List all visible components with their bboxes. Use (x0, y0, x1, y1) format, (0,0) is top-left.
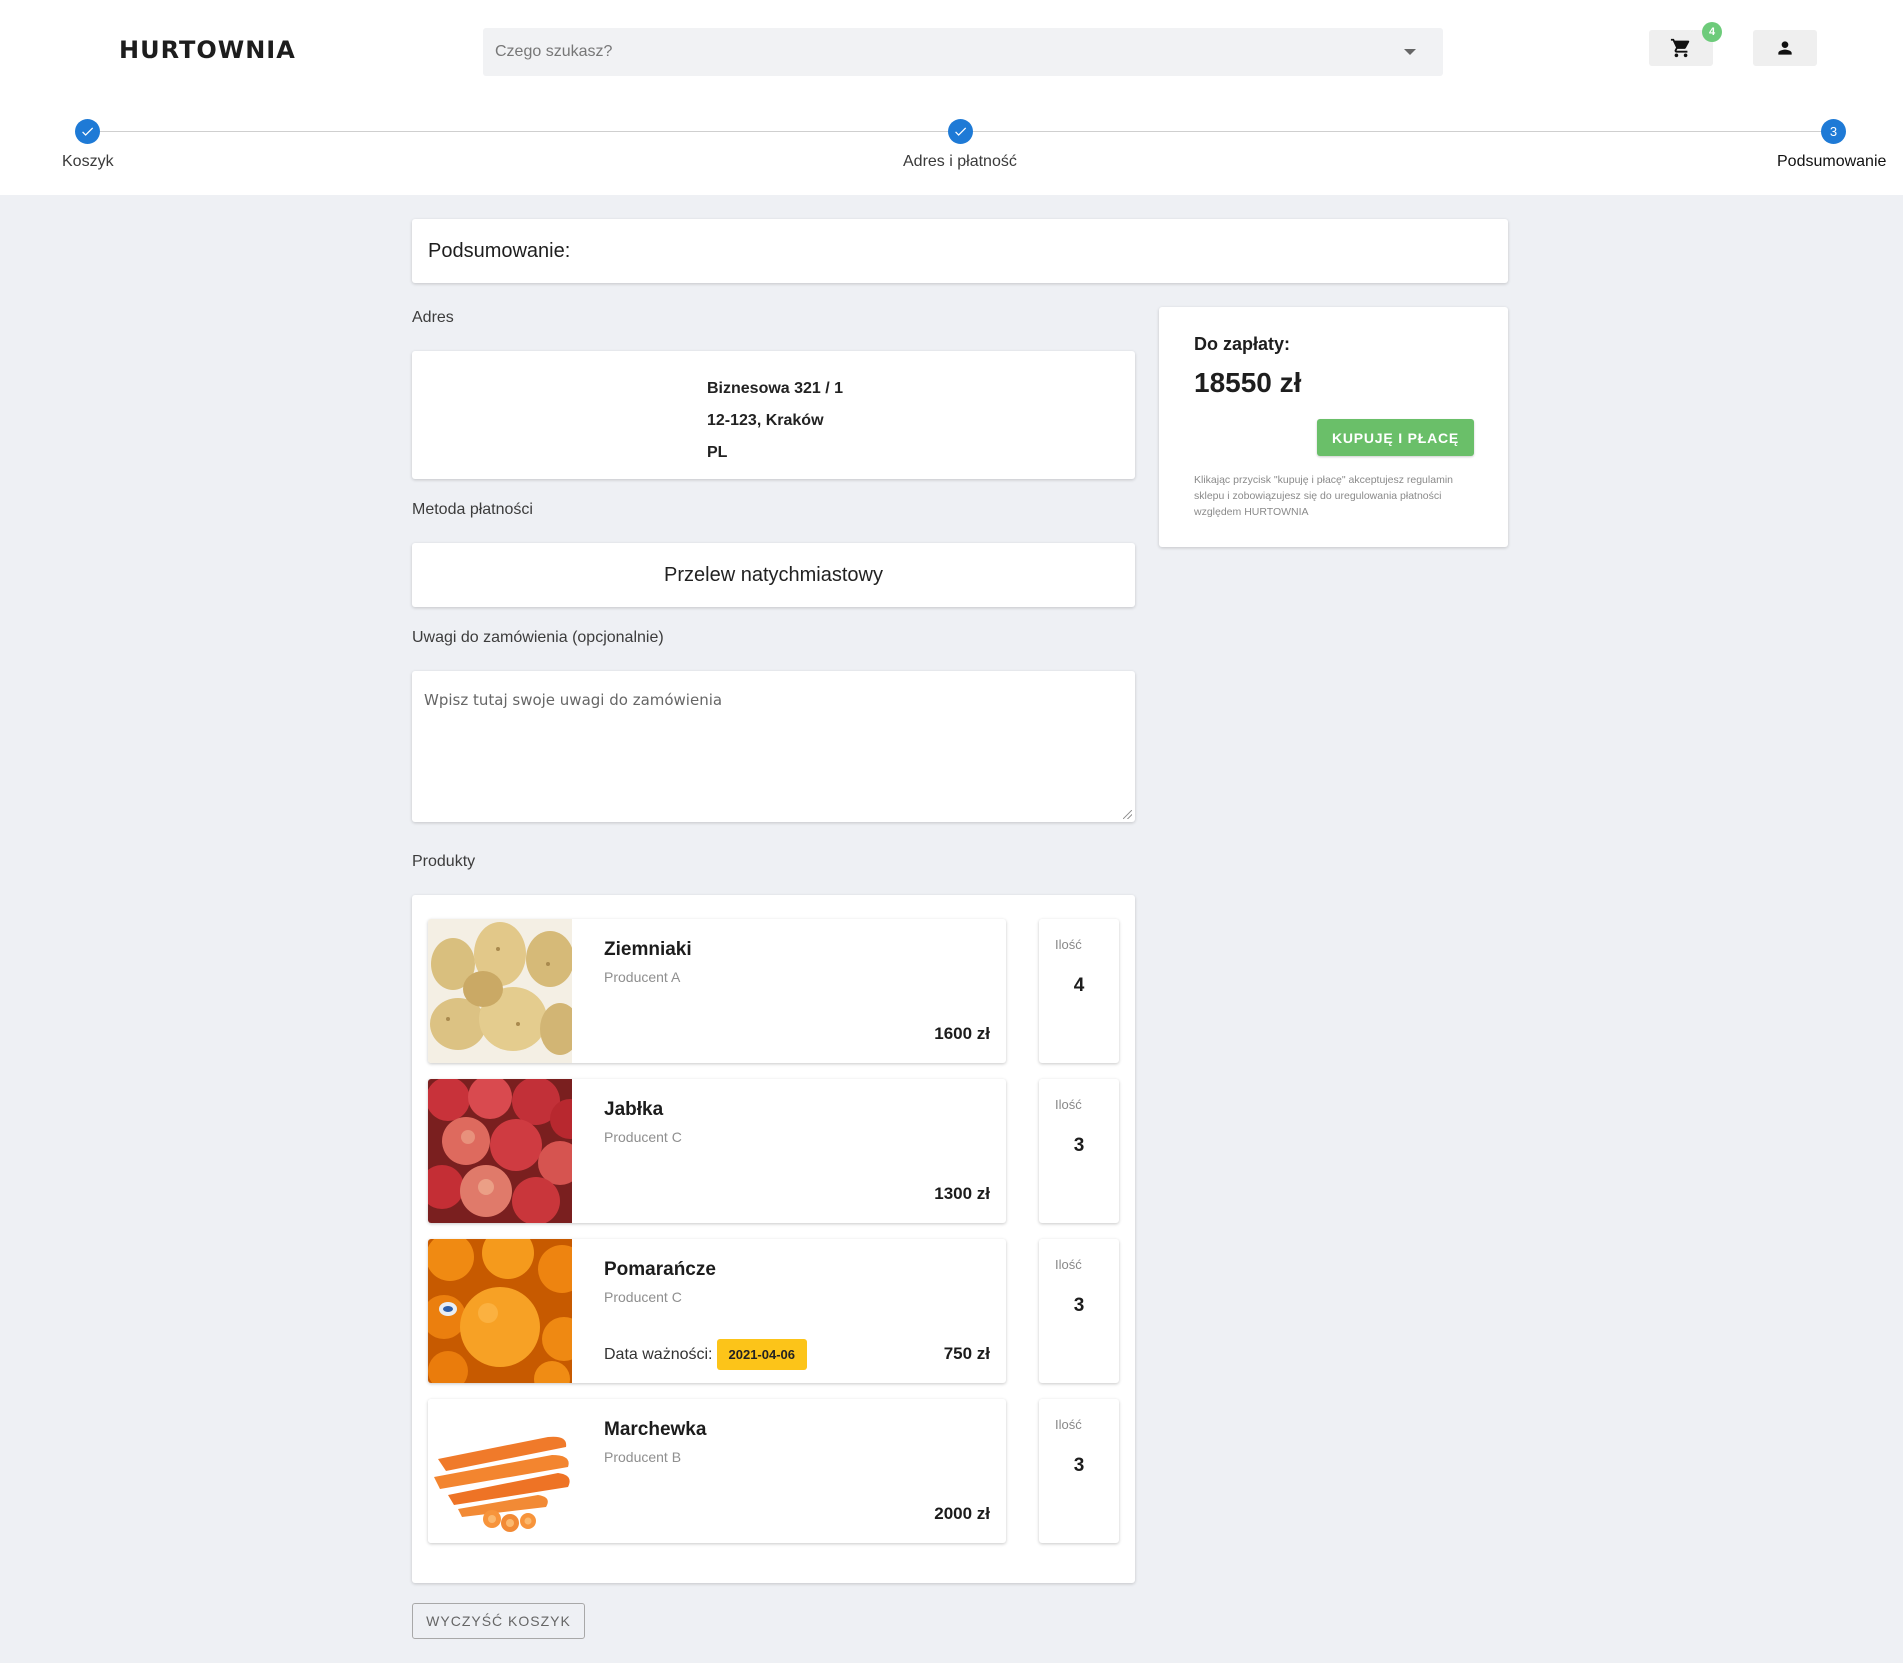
quantity-value: 4 (1073, 975, 1085, 996)
resize-handle[interactable] (1123, 810, 1132, 819)
quantity-label: Ilość (1055, 1257, 1082, 1272)
quantity-box: Ilość 3 (1039, 1399, 1119, 1543)
product-image-oranges (428, 1239, 572, 1383)
product-producer: Producent C (604, 1289, 682, 1305)
expiry-date-badge: 2021-04-06 (716, 1339, 807, 1370)
product-item[interactable]: Marchewka Producent B 2000 zł (428, 1399, 1006, 1543)
payment-method-label: Metoda płatności (412, 501, 533, 518)
search-placeholder: Czego szukasz? (495, 43, 613, 60)
notes-label: Uwagi do zamówienia (opcjonalnie) (412, 629, 664, 646)
product-item[interactable]: Pomarańcze Producent C Data ważności: 20… (428, 1239, 1006, 1383)
quantity-label: Ilość (1055, 937, 1082, 952)
expiry-date-row: Data ważności: 2021-04-06 (604, 1339, 807, 1370)
product-producer: Producent B (604, 1449, 682, 1465)
payment-summary-card: Do zapłaty: 18550 zł KUPUJĘ I PŁACĘ Klik… (1159, 307, 1508, 547)
products-card: Ziemniaki Producent A 1600 zł Ilość 4 Ja… (412, 895, 1135, 1583)
quantity-box: Ilość 4 (1039, 919, 1119, 1063)
user-icon (1778, 41, 1792, 55)
product-name: Marchewka (604, 1419, 707, 1440)
potatoes-image (428, 919, 572, 1063)
product-producer: Producent C (604, 1129, 682, 1145)
quantity-value: 3 (1073, 1455, 1085, 1476)
total-amount: 18550 zł (1194, 367, 1302, 398)
expiry-date-label: Data ważności: (604, 1345, 713, 1363)
product-price: 1300 zł (934, 1184, 990, 1203)
quantity-label: Ilość (1055, 1417, 1082, 1432)
address-label: Adres (412, 309, 454, 326)
clear-cart-button[interactable]: WYCZYŚĆ KOSZYK (412, 1603, 585, 1639)
step-address-done (948, 119, 973, 144)
carrots-image (428, 1399, 572, 1543)
quantity-label: Ilość (1055, 1097, 1082, 1112)
product-item[interactable]: Ziemniaki Producent A 1600 zł (428, 919, 1006, 1063)
products-label: Produkty (412, 853, 476, 870)
summary-title-card: Podsumowanie: (412, 219, 1508, 283)
user-account-button[interactable] (1753, 30, 1817, 66)
step-summary-active: 3 (1821, 119, 1846, 144)
logo[interactable]: HURTOWNIA (119, 36, 296, 64)
product-price: 1600 zł (934, 1024, 990, 1043)
cart-icon (1670, 38, 1690, 58)
step-label: Koszyk (62, 153, 114, 170)
apples-image (428, 1079, 572, 1223)
search-input[interactable]: Czego szukasz? (483, 28, 1443, 76)
step-koszyk-done (75, 119, 100, 144)
terms-note: Klikając przycisk "kupuję i płacę" akcep… (1194, 474, 1453, 518)
step-label: Adres i płatność (903, 153, 1017, 170)
top-bar: HURTOWNIA Czego szukasz? 4 Koszyk Adres … (0, 0, 1903, 195)
stepper-connector (973, 131, 1821, 132)
quantity-value: 3 (1073, 1295, 1085, 1316)
notes-card (412, 671, 1135, 822)
total-label: Do zapłaty: (1194, 334, 1291, 354)
buy-and-pay-button[interactable]: KUPUJĘ I PŁACĘ (1317, 419, 1474, 456)
address-line: 12-123, Kraków (707, 412, 824, 429)
product-item[interactable]: Jabłka Producent C 1300 zł (428, 1079, 1006, 1223)
quantity-box: Ilość 3 (1039, 1239, 1119, 1383)
chevron-down-icon[interactable] (1404, 49, 1416, 55)
product-name: Ziemniaki (604, 939, 692, 960)
cart-count-badge: 4 (1702, 22, 1722, 42)
product-price: 2000 zł (934, 1504, 990, 1523)
product-image-apples (428, 1079, 572, 1223)
oranges-image (428, 1239, 572, 1383)
product-price: 750 zł (943, 1344, 990, 1363)
address-card: Biznesowa 321 / 1 12-123, Kraków PL (412, 351, 1135, 479)
step-label: Podsumowanie (1777, 153, 1887, 170)
product-name: Pomarańcze (604, 1259, 716, 1280)
check-icon (82, 127, 94, 136)
product-image-carrots (428, 1399, 572, 1543)
address-line: Biznesowa 321 / 1 (707, 380, 844, 397)
quantity-value: 3 (1073, 1135, 1085, 1156)
order-notes-textarea[interactable] (412, 671, 1135, 822)
check-icon (955, 127, 967, 136)
quantity-box: Ilość 3 (1039, 1079, 1119, 1223)
product-image-potatoes (428, 919, 572, 1063)
payment-method-card: Przelew natychmiastowy (412, 543, 1135, 607)
product-name: Jabłka (604, 1099, 664, 1120)
product-producer: Producent A (604, 969, 681, 985)
address-line: PL (707, 444, 728, 461)
page-title: Podsumowanie: (428, 240, 571, 262)
stepper-connector (100, 131, 948, 132)
